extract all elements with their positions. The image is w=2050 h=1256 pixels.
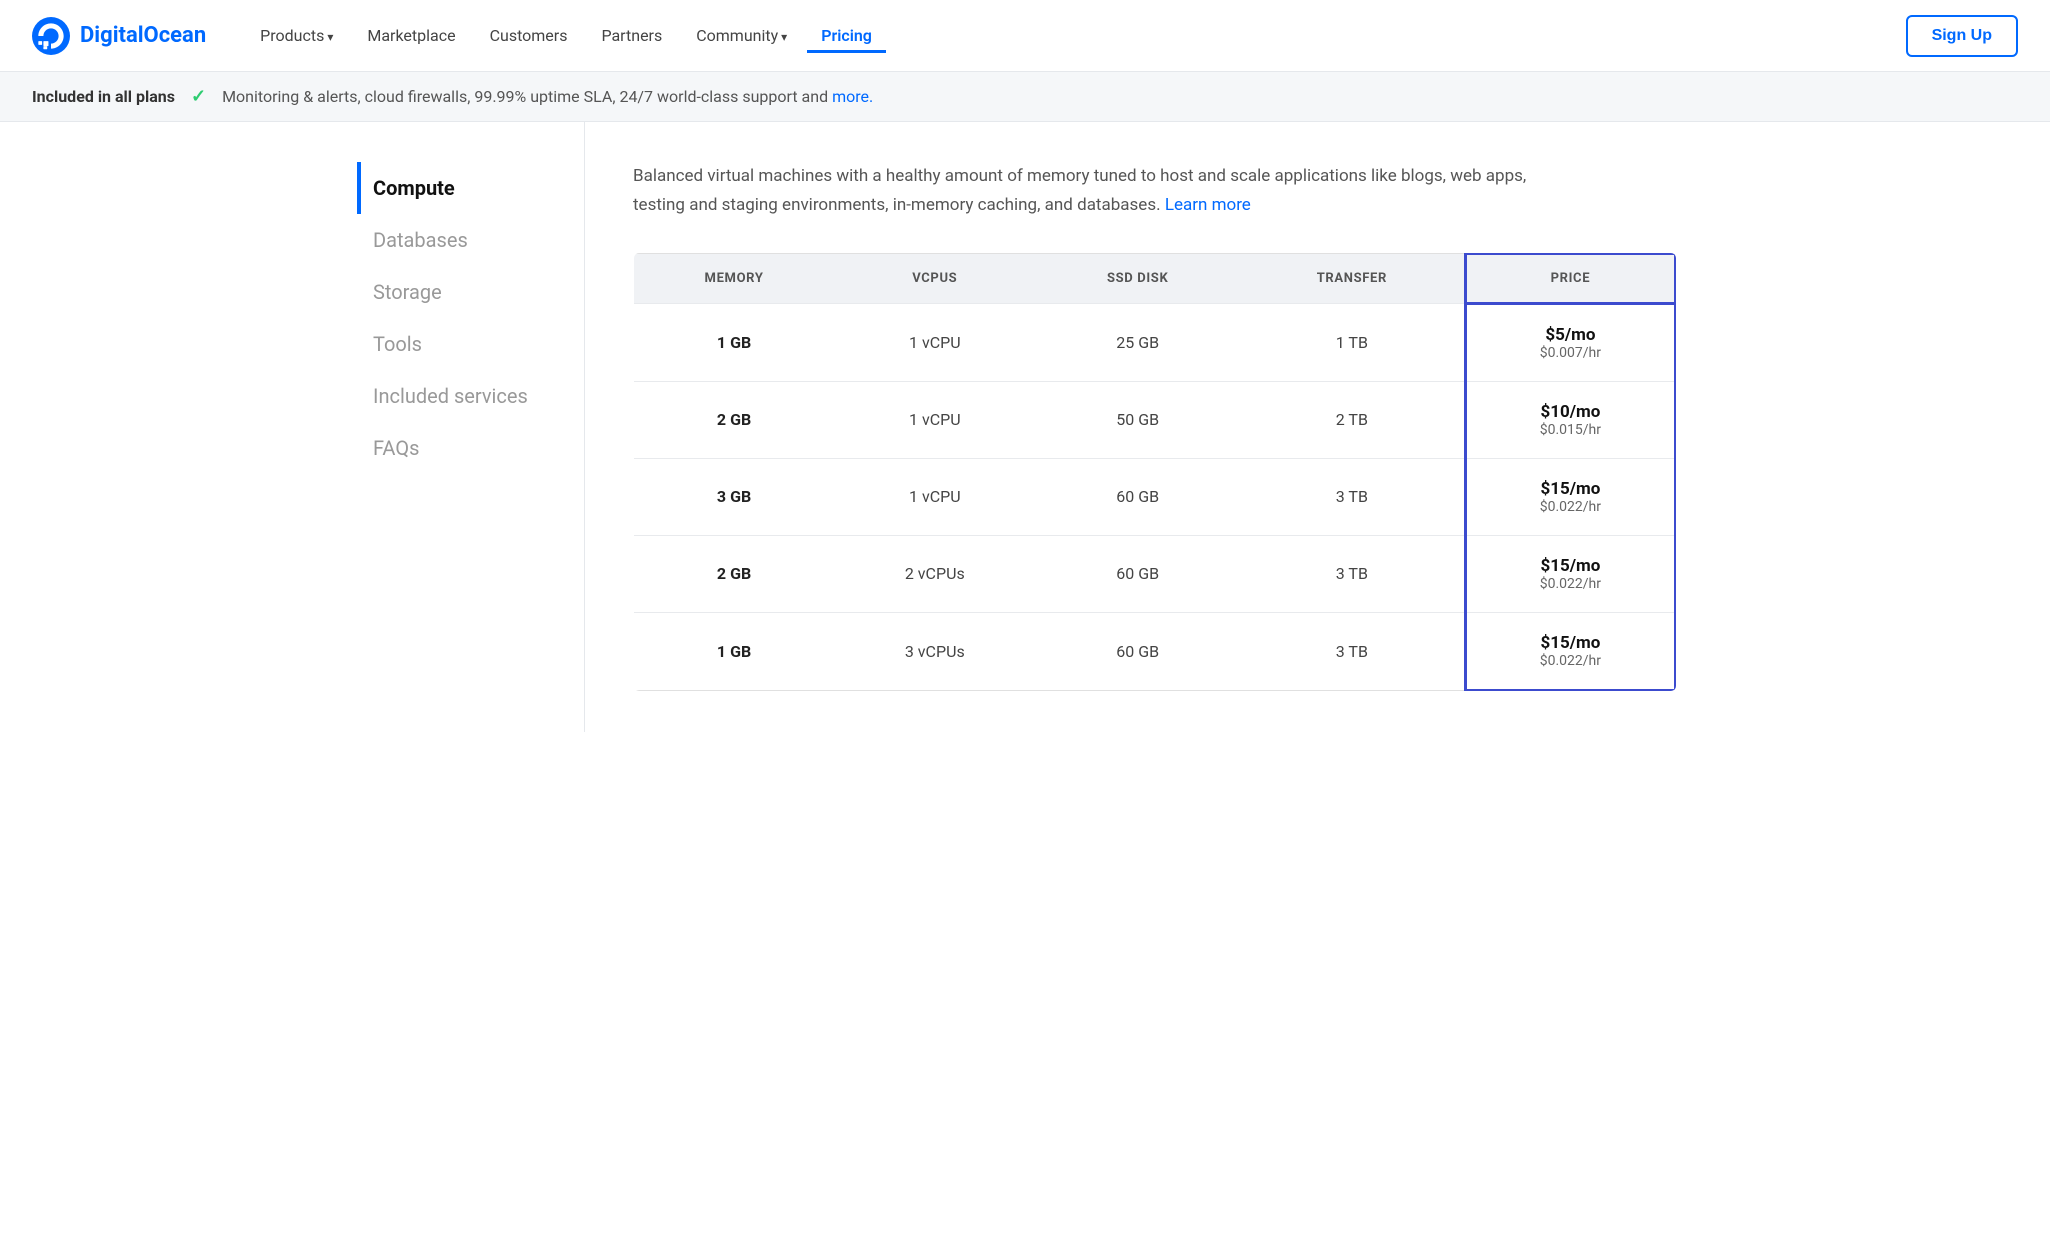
price-hourly: $0.007/hr [1487, 345, 1654, 361]
price-hourly: $0.022/hr [1487, 653, 1654, 669]
sidebar-item-databases[interactable]: Databases [357, 214, 552, 266]
banner-label: Included in all plans [32, 87, 175, 106]
included-banner: Included in all plans ✓ Monitoring & ale… [0, 72, 2050, 122]
sidebar-item-faqs[interactable]: FAQs [357, 422, 552, 474]
col-header-ssd: SSD DISK [1035, 253, 1239, 303]
price-monthly: $5/mo [1487, 325, 1654, 345]
table-header-row: MEMORY VCPUS SSD DISK TRANSFER PRICE [634, 253, 1676, 303]
nav-community[interactable]: Community [682, 18, 801, 53]
banner-text: Monitoring & alerts, cloud firewalls, 99… [222, 87, 873, 106]
sidebar-item-tools[interactable]: Tools [357, 318, 552, 370]
cell-ssd: 60 GB [1035, 458, 1239, 535]
cell-transfer: 1 TB [1240, 303, 1465, 381]
main-content: Balanced virtual machines with a healthy… [585, 122, 1725, 732]
price-monthly: $15/mo [1487, 556, 1654, 576]
col-header-transfer: TRANSFER [1240, 253, 1465, 303]
col-header-memory: MEMORY [634, 253, 835, 303]
logo-icon [32, 17, 70, 55]
pricing-table: MEMORY VCPUS SSD DISK TRANSFER PRICE 1 G… [633, 252, 1677, 692]
cell-price[interactable]: $10/mo $0.015/hr [1465, 381, 1675, 458]
cell-ssd: 60 GB [1035, 612, 1239, 690]
nav-links: Products Marketplace Customers Partners … [246, 18, 1905, 53]
price-hourly: $0.022/hr [1487, 499, 1654, 515]
navbar: DigitalOcean Products Marketplace Custom… [0, 0, 2050, 72]
cell-vcpus: 1 vCPU [834, 303, 1035, 381]
cell-ssd: 50 GB [1035, 381, 1239, 458]
table-row: 2 GB 2 vCPUs 60 GB 3 TB $15/mo $0.022/hr [634, 535, 1676, 612]
table-row: 1 GB 1 vCPU 25 GB 1 TB $5/mo $0.007/hr [634, 303, 1676, 381]
cell-transfer: 3 TB [1240, 458, 1465, 535]
table-row: 2 GB 1 vCPU 50 GB 2 TB $10/mo $0.015/hr [634, 381, 1676, 458]
sidebar-item-included-services[interactable]: Included services [357, 370, 552, 422]
price-hourly: $0.022/hr [1487, 576, 1654, 592]
price-monthly: $15/mo [1487, 633, 1654, 653]
sidebar-item-storage[interactable]: Storage [357, 266, 552, 318]
nav-pricing[interactable]: Pricing [807, 18, 886, 53]
cell-price[interactable]: $15/mo $0.022/hr [1465, 612, 1675, 690]
check-icon: ✓ [191, 86, 206, 107]
col-header-price: PRICE [1465, 253, 1675, 303]
cell-vcpus: 2 vCPUs [834, 535, 1035, 612]
nav-products[interactable]: Products [246, 18, 347, 53]
learn-more-link[interactable]: Learn more [1165, 195, 1251, 215]
cell-price[interactable]: $15/mo $0.022/hr [1465, 458, 1675, 535]
cell-price[interactable]: $5/mo $0.007/hr [1465, 303, 1675, 381]
cell-memory: 2 GB [634, 381, 835, 458]
cell-price[interactable]: $15/mo $0.022/hr [1465, 535, 1675, 612]
cell-ssd: 25 GB [1035, 303, 1239, 381]
cell-memory: 3 GB [634, 458, 835, 535]
table-row: 3 GB 1 vCPU 60 GB 3 TB $15/mo $0.022/hr [634, 458, 1676, 535]
nav-marketplace[interactable]: Marketplace [353, 18, 469, 53]
col-header-vcpus: VCPUS [834, 253, 1035, 303]
sidebar: Compute Databases Storage Tools Included… [325, 122, 585, 732]
logo-link[interactable]: DigitalOcean [32, 17, 206, 55]
logo-text: DigitalOcean [80, 23, 206, 48]
cell-memory: 2 GB [634, 535, 835, 612]
table-row: 1 GB 3 vCPUs 60 GB 3 TB $15/mo $0.022/hr [634, 612, 1676, 690]
cell-transfer: 2 TB [1240, 381, 1465, 458]
section-description: Balanced virtual machines with a healthy… [633, 162, 1533, 220]
cell-memory: 1 GB [634, 612, 835, 690]
price-monthly: $15/mo [1487, 479, 1654, 499]
nav-customers[interactable]: Customers [476, 18, 582, 53]
sidebar-item-compute[interactable]: Compute [357, 162, 552, 214]
cell-vcpus: 1 vCPU [834, 458, 1035, 535]
banner-more-link[interactable]: more. [832, 87, 873, 106]
cell-ssd: 60 GB [1035, 535, 1239, 612]
price-hourly: $0.015/hr [1487, 422, 1654, 438]
main-layout: Compute Databases Storage Tools Included… [325, 122, 1725, 732]
nav-partners[interactable]: Partners [587, 18, 676, 53]
cell-vcpus: 1 vCPU [834, 381, 1035, 458]
cell-vcpus: 3 vCPUs [834, 612, 1035, 690]
signup-button[interactable]: Sign Up [1906, 15, 2018, 57]
price-monthly: $10/mo [1487, 402, 1654, 422]
cell-transfer: 3 TB [1240, 535, 1465, 612]
cell-memory: 1 GB [634, 303, 835, 381]
cell-transfer: 3 TB [1240, 612, 1465, 690]
